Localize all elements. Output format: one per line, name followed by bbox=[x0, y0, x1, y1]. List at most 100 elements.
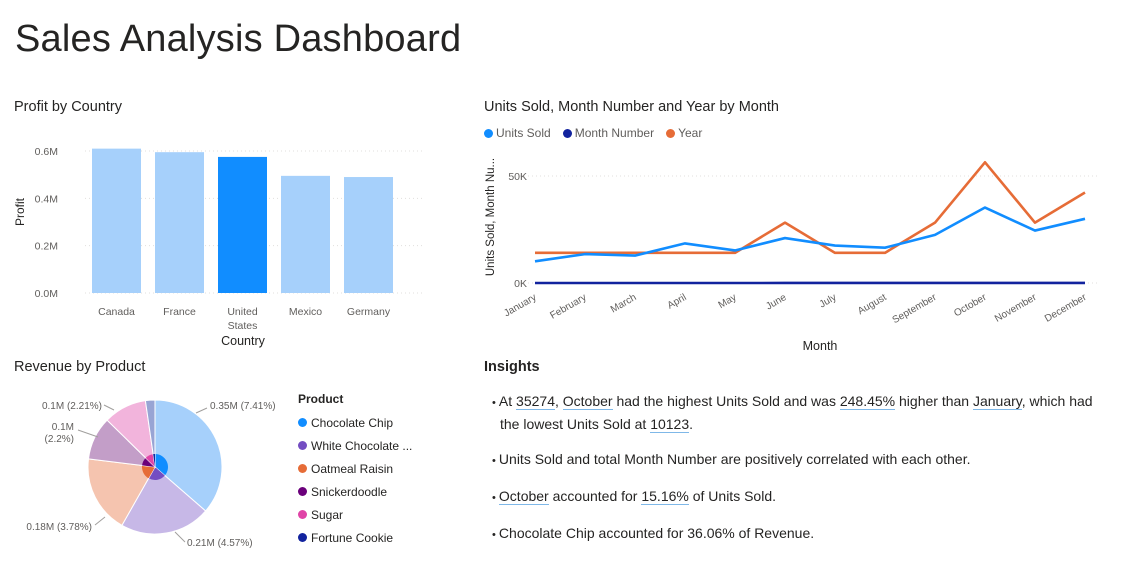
insight-text: of Units Sold. bbox=[688, 488, 776, 504]
pie-data-label: 0.1M (2.21%) bbox=[42, 401, 102, 412]
pie-data-label: (2.2%) bbox=[45, 434, 74, 445]
line-xtick-label: June bbox=[764, 292, 789, 313]
profit-chart-title: Profit by Country bbox=[14, 99, 122, 115]
pie-data-label: 0.35M (7.41%) bbox=[210, 401, 276, 412]
line-xtick-label: April bbox=[666, 292, 689, 312]
pie-legend-label: Snickerdoodle bbox=[311, 484, 388, 499]
pie-legend-item[interactable]: Chocolate Chip bbox=[298, 411, 412, 434]
pie-legend-title: Product bbox=[298, 392, 344, 406]
line-xtick-label: December bbox=[1043, 292, 1089, 325]
legend-dot-icon bbox=[298, 464, 307, 473]
bar-mexico bbox=[281, 175, 330, 293]
legend-item-month-number[interactable]: Month Number bbox=[562, 126, 655, 140]
insight-highlight[interactable]: October bbox=[562, 393, 613, 410]
pie-legend-item[interactable]: Sugar bbox=[298, 503, 412, 526]
legend-dot-icon bbox=[562, 128, 572, 138]
bar-category-label: Germany bbox=[347, 306, 391, 318]
dashboard-title: Sales Analysis Dashboard bbox=[15, 18, 462, 60]
bar-ytick-label: 0.4M bbox=[35, 193, 58, 205]
legend-dot-icon bbox=[298, 487, 307, 496]
bar-united-states bbox=[218, 156, 267, 293]
pie-legend-label: Chocolate Chip bbox=[311, 415, 394, 430]
pie-data-label: 0.18M (3.78%) bbox=[26, 522, 92, 533]
line-chart-legend: Units Sold Month Number Year bbox=[484, 126, 708, 140]
legend-item-units-sold[interactable]: Units Sold bbox=[484, 126, 551, 140]
line-xtick-label: July bbox=[818, 292, 839, 310]
pie-legend-item[interactable]: Snickerdoodle bbox=[298, 480, 412, 503]
line-series-year bbox=[535, 161, 1086, 255]
insight-highlight[interactable]: 15.16% bbox=[641, 488, 689, 505]
legend-label: Year bbox=[678, 126, 703, 140]
line-ytick-label: 50K bbox=[508, 171, 527, 183]
legend-dot-icon bbox=[298, 418, 307, 427]
insight-text: Units Sold and total Month Number are po… bbox=[498, 451, 971, 467]
insight-highlight[interactable]: 10123 bbox=[650, 416, 690, 433]
pie-data-label: 0.21M (4.57%) bbox=[187, 538, 253, 549]
line-y-axis-title: Units Sold, Month Nu... bbox=[485, 158, 497, 276]
insight-highlight[interactable]: 35274 bbox=[516, 393, 555, 410]
pie-legend-label: White Chocolate ... bbox=[311, 438, 413, 453]
insight-text: , bbox=[554, 393, 563, 409]
legend-dot-icon bbox=[666, 128, 676, 138]
bar-category-label: France bbox=[163, 306, 196, 318]
bar-category-label: Mexico bbox=[289, 306, 322, 318]
bar-ytick-label: 0.0M bbox=[35, 288, 58, 300]
insight-text: higher than bbox=[895, 393, 973, 409]
insight-highlight[interactable]: January bbox=[972, 393, 1022, 410]
insight-text: Chocolate Chip accounted for 36.06% of R… bbox=[498, 525, 815, 541]
pie-legend-item[interactable]: White Chocolate ... bbox=[298, 434, 412, 457]
pie-chart-title: Revenue by Product bbox=[14, 359, 146, 375]
insight-item: October accounted for 15.16% of Units So… bbox=[484, 486, 1104, 509]
pie-legend-item[interactable]: Fortune Cookie bbox=[298, 526, 412, 549]
pie-data-label: 0.1M bbox=[52, 422, 74, 433]
insight-item: Chocolate Chip accounted for 36.06% of R… bbox=[484, 523, 1104, 546]
pie-leader-line bbox=[103, 404, 115, 411]
insights-panel: Insights At 35274, October had the highe… bbox=[484, 359, 1104, 560]
line-xtick-label: January bbox=[502, 292, 538, 319]
pie-legend-label: Oatmeal Raisin bbox=[311, 461, 394, 476]
line-xtick-label: August bbox=[856, 292, 889, 317]
bar-germany bbox=[344, 177, 393, 293]
legend-item-year[interactable]: Year bbox=[666, 126, 702, 140]
line-x-axis-title: Month bbox=[803, 339, 838, 353]
bar-y-axis-title: Profit bbox=[13, 197, 27, 226]
profit-bar-chart[interactable]: 0.0M 0.2M 0.4M 0.6M Canada France United States… bbox=[0, 130, 440, 355]
pie-leader-line bbox=[77, 429, 99, 438]
line-chart-title: Units Sold, Month Number and Year by Mon… bbox=[484, 99, 779, 115]
line-xtick-label: February bbox=[548, 292, 588, 322]
bar-category-label: Canada bbox=[98, 306, 135, 318]
pie-legend-label: Sugar bbox=[311, 507, 344, 522]
insight-highlight[interactable]: October bbox=[498, 488, 549, 505]
insight-text: . bbox=[689, 416, 694, 432]
line-ytick-label: 0K bbox=[514, 278, 527, 290]
legend-label: Month Number bbox=[574, 126, 655, 140]
bar-canada bbox=[92, 148, 141, 293]
insights-list: At 35274, October had the highest Units … bbox=[484, 391, 1104, 546]
insight-item: Units Sold and total Month Number are po… bbox=[484, 449, 1104, 472]
pie-chart-legend: Product Chocolate Chip White Chocolate ..… bbox=[298, 392, 412, 549]
bar-ytick-label: 0.2M bbox=[35, 241, 58, 253]
bar-category-label: States bbox=[228, 320, 258, 332]
revenue-pie-chart[interactable]: 0.35M (7.41%) 0.21M (4.57%) 0.18M (3.78%) 0… bbox=[0, 385, 295, 555]
bar-x-axis-title: Country bbox=[221, 334, 266, 348]
legend-dot-icon bbox=[298, 441, 307, 450]
bar-category-label: United bbox=[227, 306, 258, 318]
insights-title: Insights bbox=[484, 359, 540, 375]
legend-dot-icon bbox=[298, 533, 307, 542]
line-xtick-label: May bbox=[717, 292, 739, 311]
pie-leader-line bbox=[195, 407, 208, 414]
pie-legend-label: Fortune Cookie bbox=[311, 530, 394, 545]
line-xtick-label: March bbox=[609, 292, 639, 315]
line-xtick-label: October bbox=[952, 292, 989, 320]
line-xtick-label: November bbox=[993, 292, 1039, 325]
pie-leader-line bbox=[174, 531, 186, 543]
bar-ytick-label: 0.6M bbox=[35, 146, 58, 158]
pie-leader-line bbox=[94, 516, 106, 526]
insight-highlight[interactable]: 248.45% bbox=[839, 393, 896, 410]
insight-text: At bbox=[498, 393, 517, 409]
insight-item: At 35274, October had the highest Units … bbox=[484, 391, 1104, 435]
pie-legend-item[interactable]: Oatmeal Raisin bbox=[298, 457, 412, 480]
insight-text: had the highest Units Sold and was bbox=[612, 393, 840, 409]
units-line-chart[interactable]: 0K 50K January February March April May June Jul… bbox=[480, 145, 1120, 360]
bar-france bbox=[155, 152, 204, 293]
